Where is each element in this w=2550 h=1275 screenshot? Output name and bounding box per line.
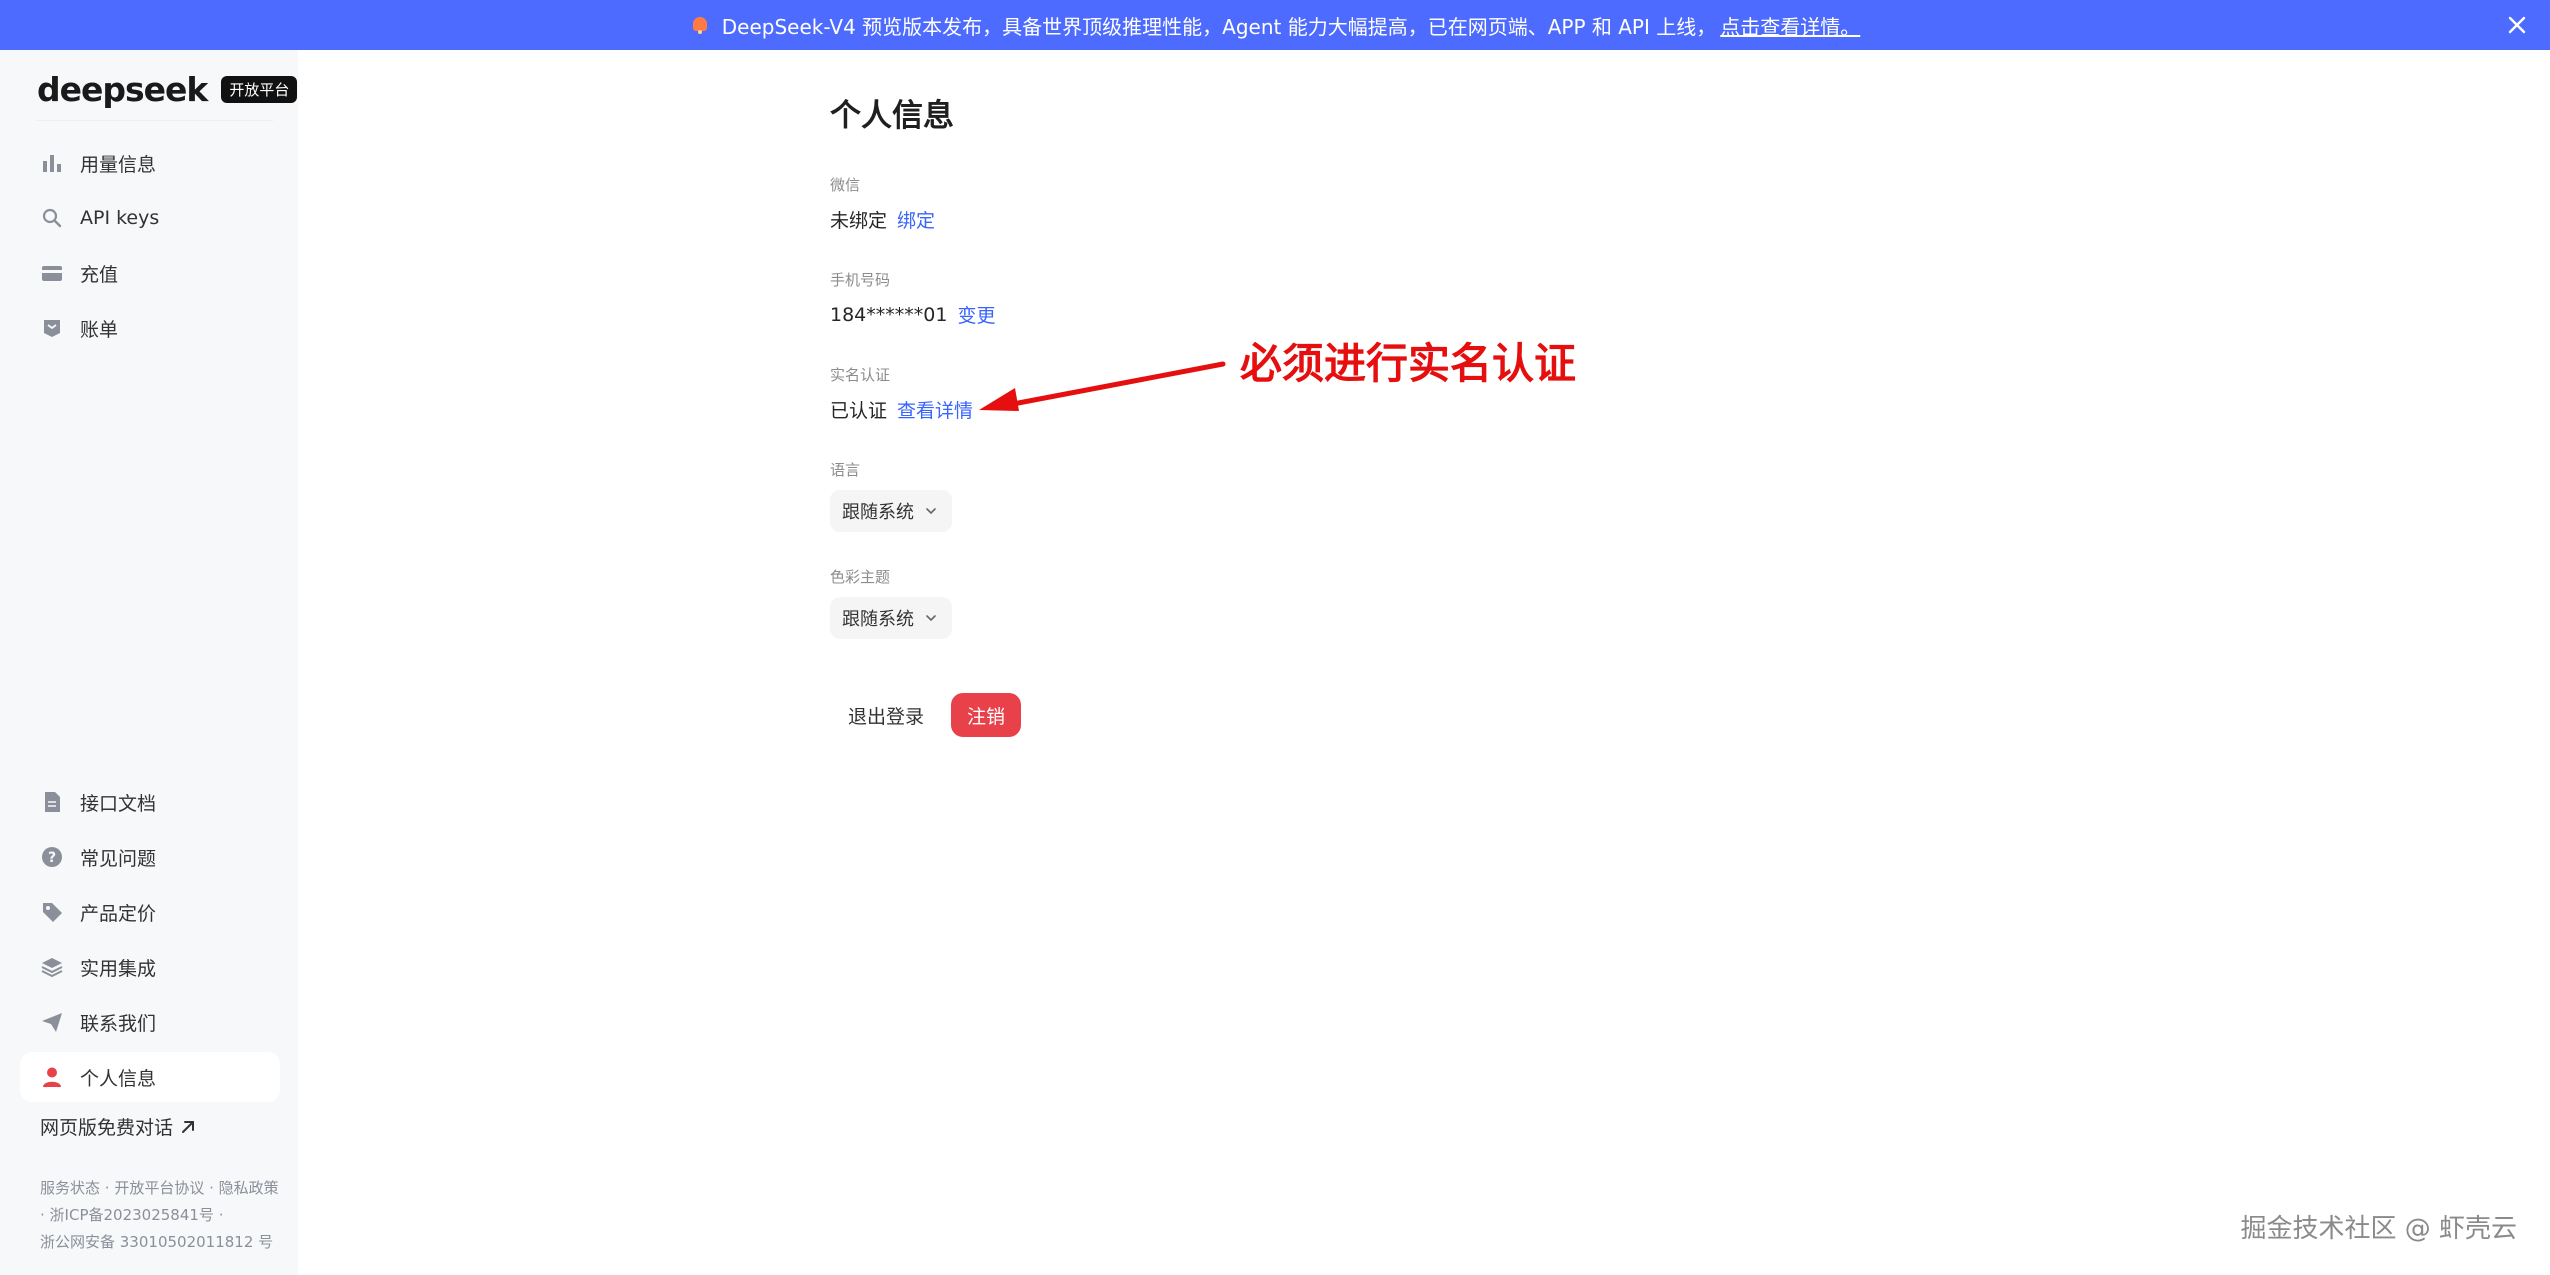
sidebar-item-label: 账单 (80, 318, 119, 341)
police-record-link[interactable]: 浙公网安备 33010502011812 号 (40, 1233, 273, 1251)
deactivate-account-button[interactable]: 注销 (951, 693, 1022, 737)
chevron-down-icon (926, 508, 936, 515)
tag-icon (40, 900, 64, 924)
sidebar-item-usage[interactable]: 用量信息 (20, 138, 280, 188)
footer-links: 服务状态 · 开放平台协议 · 隐私政策 · 浙ICP备2023025841号 … (40, 1179, 279, 1251)
deepseek-logo: deepseek (37, 70, 208, 109)
sidebar-item-label: 个人信息 (80, 1067, 157, 1090)
bar-chart-icon (40, 151, 64, 175)
document-icon (40, 790, 64, 814)
privacy-policy-link[interactable]: 隐私政策 (219, 1179, 279, 1197)
annotation-label: 必须进行实名认证 (1240, 339, 1577, 388)
web-chat-label: 网页版免费对话 (40, 1117, 174, 1139)
realname-status: 已认证 (830, 400, 888, 422)
language-value: 跟随系统 (842, 502, 914, 523)
realname-row: 已认证 查看详情 (830, 396, 973, 423)
theme-select[interactable]: 跟随系统 (830, 597, 952, 639)
wechat-label: 微信 (830, 176, 861, 194)
annotation-arrow-icon (979, 361, 1226, 411)
wallet-icon (40, 261, 64, 285)
send-icon (40, 1010, 64, 1034)
chevron-down-icon (926, 615, 936, 622)
sidebar-item-faq[interactable]: ? 常见问题 (20, 832, 280, 882)
close-banner-button[interactable] (2502, 10, 2532, 40)
icp-link[interactable]: 浙ICP备2023025841号 (50, 1206, 214, 1224)
phone-label: 手机号码 (830, 271, 891, 289)
sidebar-item-label: 实用集成 (80, 957, 157, 980)
bill-icon (40, 316, 64, 340)
change-phone-link[interactable]: 变更 (957, 301, 995, 328)
bind-wechat-link[interactable]: 绑定 (897, 206, 935, 233)
brand[interactable]: deepseek 开放平台 (37, 70, 298, 109)
web-chat-link[interactable]: 网页版免费对话 (40, 1113, 197, 1140)
sidebar-item-label: 产品定价 (80, 902, 157, 925)
wechat-row: 未绑定 绑定 (830, 206, 935, 233)
svg-text:?: ? (48, 850, 56, 866)
user-icon (40, 1065, 64, 1089)
search-icon (40, 206, 64, 230)
theme-label: 色彩主题 (830, 568, 891, 586)
wechat-status: 未绑定 (830, 210, 888, 232)
question-icon: ? (40, 845, 64, 869)
phone-number: 184******01 (830, 303, 948, 326)
banner-text: DeepSeek-V4 预览版本发布，具备世界顶级推理性能，Agent 能力大幅… (721, 14, 1717, 39)
layers-icon (40, 955, 64, 979)
sidebar: deepseek 开放平台 用量信息 API keys 充值 账单 接口文档 ?… (0, 50, 298, 1275)
language-select[interactable]: 跟随系统 (830, 490, 952, 532)
sidebar-item-label: API keys (80, 207, 160, 229)
external-link-icon (182, 1120, 195, 1133)
sidebar-item-label: 常见问题 (80, 847, 157, 870)
sidebar-item-label: 接口文档 (80, 792, 157, 815)
platform-badge: 开放平台 (221, 76, 298, 103)
service-status-link[interactable]: 服务状态 (40, 1179, 100, 1197)
page-title: 个人信息 (830, 98, 954, 134)
announcement-banner: DeepSeek-V4 预览版本发布，具备世界顶级推理性能，Agent 能力大幅… (0, 0, 2550, 50)
divider (37, 120, 273, 121)
sidebar-item-recharge[interactable]: 充值 (20, 248, 280, 298)
phone-row: 184******01 变更 (830, 301, 995, 328)
language-label: 语言 (830, 461, 861, 479)
sidebar-item-pricing[interactable]: 产品定价 (20, 887, 280, 937)
sidebar-item-label: 充值 (80, 263, 119, 286)
sidebar-item-profile[interactable]: 个人信息 (20, 1052, 280, 1102)
watermark: 掘金技术社区 @ 虾壳云 (2240, 1214, 2517, 1244)
bell-icon (690, 15, 710, 35)
close-icon (2508, 16, 2526, 34)
sidebar-item-api-keys[interactable]: API keys (20, 193, 280, 243)
banner-details-link[interactable]: 点击查看详情。 (1720, 11, 1860, 40)
sidebar-item-integrations[interactable]: 实用集成 (20, 942, 280, 992)
logout-button[interactable]: 退出登录 (830, 693, 942, 737)
view-details-link[interactable]: 查看详情 (897, 396, 973, 423)
sidebar-item-api-docs[interactable]: 接口文档 (20, 777, 280, 827)
sidebar-item-label: 联系我们 (80, 1012, 157, 1035)
sidebar-item-label: 用量信息 (80, 153, 157, 176)
realname-label: 实名认证 (830, 366, 891, 384)
platform-agreement-link[interactable]: 开放平台协议 (114, 1179, 204, 1197)
theme-value: 跟随系统 (842, 609, 914, 630)
sidebar-item-bills[interactable]: 账单 (20, 303, 280, 353)
sidebar-item-contact[interactable]: 联系我们 (20, 997, 280, 1047)
